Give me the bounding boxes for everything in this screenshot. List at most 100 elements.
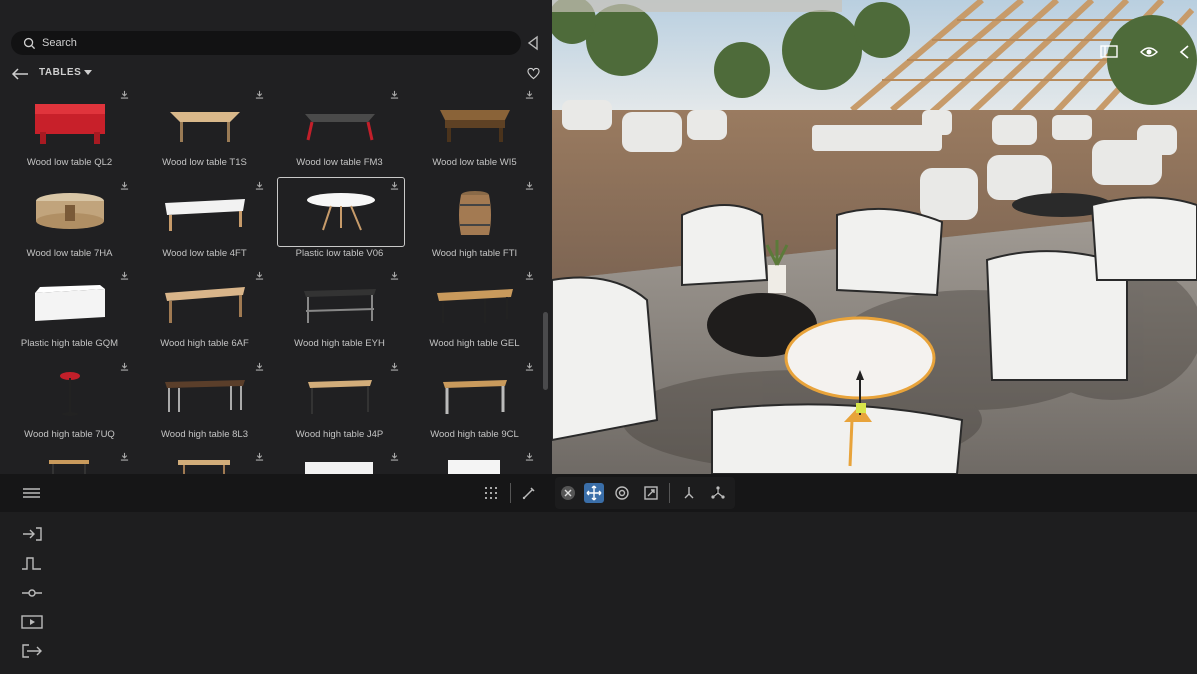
search-box[interactable] (11, 31, 521, 55)
asset-tile-wood-low-table-ql2[interactable]: Wood low table QL2 (2, 88, 137, 178)
asset-thumbnail (407, 360, 542, 428)
asset-tile-wood-high-table-9cl[interactable]: Wood high table 9CL (407, 360, 542, 450)
enter-icon[interactable] (21, 526, 43, 542)
red-round-bar-table-icon (59, 372, 80, 416)
asset-nav-row: TABLES (0, 64, 552, 84)
white-block-table-icon (34, 285, 105, 321)
download-icon[interactable] (120, 452, 129, 461)
download-icon[interactable] (255, 90, 264, 99)
asset-tile-partial[interactable] (137, 450, 272, 474)
pivot-tool-button[interactable] (679, 483, 699, 503)
barrel-table-icon (458, 191, 491, 235)
download-icon[interactable] (525, 362, 534, 371)
asset-tile-plastic-low-table-v06[interactable]: Plastic low table V06 (272, 177, 407, 269)
wood-low-table-icon (169, 112, 240, 142)
table-thumbnail-icon (49, 460, 89, 474)
download-icon[interactable] (255, 271, 264, 280)
asset-tile-plastic-high-table-gqm[interactable]: Plastic high table GQM (2, 269, 137, 359)
back-arrow-icon[interactable] (11, 66, 29, 82)
asset-tile-wood-high-table-6af[interactable]: Wood high table 6AF (137, 269, 272, 359)
slider-icon[interactable] (21, 585, 43, 601)
category-dropdown[interactable]: TABLES (39, 67, 93, 78)
download-icon[interactable] (255, 362, 264, 371)
asset-thumbnail (2, 269, 137, 337)
asset-thumbnail (137, 269, 272, 337)
download-icon[interactable] (525, 452, 534, 461)
search-input[interactable] (42, 37, 502, 49)
download-icon[interactable] (255, 452, 264, 461)
asset-label: Wood high table 7UQ (24, 429, 115, 440)
download-icon[interactable] (120, 181, 129, 190)
download-icon[interactable] (120, 271, 129, 280)
download-icon[interactable] (525, 271, 534, 280)
download-icon[interactable] (390, 362, 399, 371)
asset-grid-scrollbar[interactable] (543, 312, 548, 390)
asset-label: Wood high table GEL (429, 338, 520, 349)
search-icon (23, 37, 36, 49)
rotate-tool-button[interactable] (612, 483, 632, 503)
scale-tool-button[interactable] (641, 483, 661, 503)
exit-icon[interactable] (21, 643, 43, 659)
panel-icon[interactable] (1100, 44, 1118, 60)
asset-tile-partial[interactable] (407, 450, 542, 474)
cancel-button[interactable] (558, 483, 578, 503)
white-low-table-icon (164, 199, 245, 231)
asset-tile-wood-high-table-7uq[interactable]: Wood high table 7UQ (2, 360, 137, 450)
download-icon[interactable] (390, 181, 399, 190)
menu-icon[interactable] (22, 486, 41, 500)
eye-icon[interactable] (1140, 44, 1158, 60)
download-icon[interactable] (255, 181, 264, 190)
download-icon[interactable] (120, 90, 129, 99)
eyedropper-icon (522, 487, 535, 500)
grid-snap-button[interactable] (481, 483, 501, 503)
rotate-icon (615, 486, 629, 500)
asset-tile-wood-high-table-fti[interactable]: Wood high table FTI (407, 179, 542, 269)
download-icon[interactable] (390, 90, 399, 99)
table-thumbnail-icon (305, 462, 373, 474)
asset-thumbnail (272, 360, 407, 428)
download-icon[interactable] (390, 452, 399, 461)
collapse-chevron-icon[interactable] (1176, 44, 1194, 60)
asset-thumbnail (407, 88, 542, 156)
wood-high-table-2-icon (307, 380, 372, 414)
asset-tile-wood-high-table-gel[interactable]: Wood high table GEL (407, 269, 542, 359)
asset-tile-wood-low-table-wi5[interactable]: Wood low table WI5 (407, 88, 542, 178)
download-icon[interactable] (390, 271, 399, 280)
node-transform-button[interactable] (708, 483, 728, 503)
3d-viewport[interactable] (552, 0, 1197, 474)
asset-thumbnail (407, 269, 542, 337)
download-icon[interactable] (525, 90, 534, 99)
red-low-table-icon (34, 104, 105, 144)
step-curve-icon[interactable] (21, 555, 43, 571)
wood-top-black-table-icon (436, 289, 513, 323)
wood-high-table-icon (164, 287, 245, 323)
asset-tile-wood-low-table-7ha[interactable]: Wood low table 7HA (2, 179, 137, 269)
asset-thumbnail (277, 177, 405, 247)
asset-tile-wood-high-table-8l3[interactable]: Wood high table 8L3 (137, 360, 272, 450)
asset-tile-partial[interactable] (272, 450, 407, 474)
download-icon[interactable] (525, 181, 534, 190)
asset-thumbnail (272, 88, 407, 156)
heart-icon[interactable] (527, 67, 540, 80)
download-icon[interactable] (120, 362, 129, 371)
grid-icon (485, 487, 497, 499)
asset-label: Wood low table QL2 (26, 157, 113, 168)
asset-tile-wood-high-table-eyh[interactable]: Wood high table EYH (272, 269, 407, 359)
asset-tile-wood-low-table-t1s[interactable]: Wood low table T1S (137, 88, 272, 178)
asset-label: Wood high table 9CL (430, 429, 519, 440)
play-icon[interactable] (21, 614, 43, 630)
asset-tile-wood-low-table-fm3[interactable]: Wood low table FM3 (272, 88, 407, 178)
asset-thumbnail (137, 360, 272, 428)
scale-icon (644, 486, 658, 500)
table-thumbnail-icon (178, 460, 230, 474)
asset-thumbnail (2, 360, 137, 428)
asset-tile-wood-high-table-j4p[interactable]: Wood high table J4P (272, 360, 407, 450)
eyedropper-button[interactable] (519, 483, 539, 503)
asset-tile-wood-low-table-4ft[interactable]: Wood low table 4FT (137, 179, 272, 269)
pivot-icon (684, 487, 694, 499)
asset-tile-partial[interactable] (2, 450, 137, 474)
collapse-panel-chevron-icon[interactable] (526, 35, 540, 51)
move-tool-button[interactable] (584, 483, 604, 503)
toolbar-divider (510, 483, 511, 503)
asset-label: Wood high table 8L3 (161, 429, 248, 440)
